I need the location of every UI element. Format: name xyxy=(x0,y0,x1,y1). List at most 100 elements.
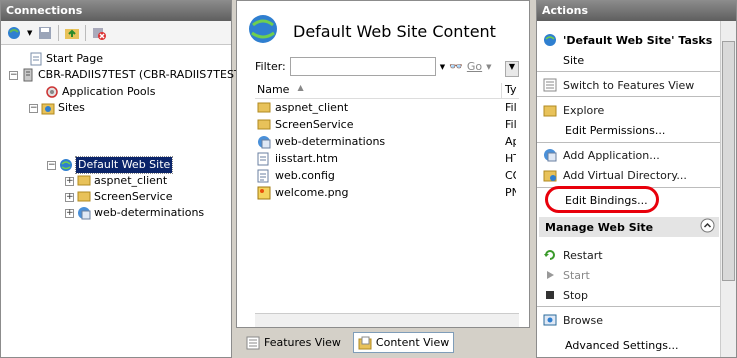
file-list-header: Name ▲ Ty xyxy=(255,83,519,99)
globe-icon xyxy=(59,158,73,172)
tree-item-default-web-site-row[interactable]: − Default Web Site xyxy=(47,156,174,174)
disconnect-icon[interactable] xyxy=(90,24,108,42)
add-virtual-directory-icon xyxy=(543,168,557,182)
horizontal-scrollbar[interactable] xyxy=(255,313,519,327)
add-application-icon xyxy=(543,148,557,162)
start-page-icon xyxy=(29,52,43,66)
expand-toggle[interactable]: + xyxy=(65,192,74,202)
switch-to-features-view-link[interactable]: Switch to Features View xyxy=(543,76,694,94)
play-icon xyxy=(543,268,557,282)
browse-icon xyxy=(543,313,557,327)
collapse-toggle[interactable]: − xyxy=(29,103,38,113)
explore-link[interactable]: Explore xyxy=(543,101,604,119)
tree-label: Sites xyxy=(58,101,85,114)
column-name[interactable]: Name ▲ xyxy=(255,83,502,98)
column-type[interactable]: Ty xyxy=(502,83,517,98)
tree-item-web-determinations[interactable]: + web-determinations xyxy=(65,205,204,221)
actions-scrollbar[interactable] xyxy=(720,21,736,357)
content-box: Default Web Site Content Filter: ▼ 👓 Go … xyxy=(236,0,530,328)
tree-item-start-page[interactable]: Start Page xyxy=(29,51,103,67)
chevron-down-icon[interactable]: ▼ xyxy=(486,63,491,71)
divider xyxy=(537,142,720,143)
collapse-toggle[interactable]: − xyxy=(9,70,18,80)
content-view-icon xyxy=(358,336,372,350)
server-icon xyxy=(21,68,35,82)
file-row-screenservice[interactable]: ScreenService Fil xyxy=(255,116,519,133)
collapse-section-icon[interactable] xyxy=(700,218,715,236)
folder-icon xyxy=(257,118,271,132)
scroll-down-button[interactable]: ▼ xyxy=(505,61,519,77)
add-application-link[interactable]: Add Application... xyxy=(543,146,660,164)
expand-toggle[interactable]: + xyxy=(65,176,74,186)
expand-toggle[interactable]: + xyxy=(65,208,74,218)
folder-icon xyxy=(77,190,91,204)
features-view-icon xyxy=(246,336,260,350)
collapse-toggle[interactable]: − xyxy=(47,160,56,170)
add-virtual-directory-link[interactable]: Add Virtual Directory... xyxy=(543,166,687,184)
filter-label: Filter: xyxy=(255,60,286,73)
advanced-settings-link[interactable]: Advanced Settings... xyxy=(565,336,678,354)
filter-input[interactable] xyxy=(289,57,436,76)
html-file-icon xyxy=(257,152,271,166)
tree-item-screenservice[interactable]: + ScreenService xyxy=(65,189,172,205)
folder-icon xyxy=(257,101,271,115)
go-button[interactable]: Go xyxy=(467,60,482,73)
view-tabs: Features View Content View xyxy=(242,332,455,353)
features-view-icon xyxy=(543,78,557,92)
binoculars-icon: 👓 xyxy=(449,60,463,73)
start-link[interactable]: Start xyxy=(543,266,590,284)
restart-icon xyxy=(543,248,557,262)
connect-globe-icon[interactable] xyxy=(5,24,23,42)
connections-toolbar: ▼ xyxy=(1,21,231,45)
up-folder-icon[interactable] xyxy=(63,24,81,42)
toolbar-divider xyxy=(85,24,87,41)
chevron-down-icon[interactable]: ▼ xyxy=(440,63,445,71)
site-label: Site xyxy=(563,53,585,67)
highlight-annotation xyxy=(545,186,659,213)
tree-item-application-pools[interactable]: Application Pools xyxy=(45,84,155,100)
actions-title: Actions xyxy=(537,1,736,21)
config-file-icon xyxy=(257,169,271,183)
folder-icon xyxy=(77,174,91,188)
divider xyxy=(537,96,720,97)
tab-features-view[interactable]: Features View xyxy=(242,332,345,353)
sites-folder-icon xyxy=(41,101,55,115)
divider xyxy=(537,71,720,72)
page-title: Default Web Site Content xyxy=(293,21,496,41)
file-row-aspnet-client[interactable]: aspnet_client Fil xyxy=(255,99,519,116)
browse-link[interactable]: Browse xyxy=(543,311,603,329)
save-icon[interactable] xyxy=(36,24,54,42)
file-row-iisstart[interactable]: iisstart.htm HT xyxy=(255,150,519,167)
divider xyxy=(537,306,720,307)
tab-content-view[interactable]: Content View xyxy=(352,332,455,353)
tree-item-server[interactable]: − CBR-RADIIS7TEST (CBR-RADIIS7TEST xyxy=(9,67,241,83)
tree-label: CBR-RADIIS7TEST (CBR-RADIIS7TEST xyxy=(38,68,241,81)
file-row-web-config[interactable]: web.config CO xyxy=(255,167,519,184)
tree-item-aspnet-client[interactable]: + aspnet_client xyxy=(65,173,167,189)
actions-panel: Actions 'Default Web Site' Tasks Site Sw… xyxy=(536,0,737,358)
sort-ascending-icon: ▲ xyxy=(297,83,304,92)
connections-title: Connections xyxy=(1,1,231,21)
globe-large-icon xyxy=(247,13,279,49)
tasks-header: 'Default Web Site' Tasks xyxy=(543,31,712,49)
connections-tree: Start Page − CBR-RADIIS7TEST (CBR-RADIIS… xyxy=(1,45,241,357)
restart-link[interactable]: Restart xyxy=(543,246,603,264)
manage-web-site-header[interactable]: Manage Web Site xyxy=(539,217,719,237)
stop-icon xyxy=(543,288,557,302)
explore-folder-icon xyxy=(543,103,557,117)
tree-label: ScreenService xyxy=(94,190,173,203)
chevron-down-icon[interactable]: ▼ xyxy=(27,29,32,37)
file-row-welcome-png[interactable]: welcome.png PN xyxy=(255,184,519,201)
content-pane: Default Web Site Content Filter: ▼ 👓 Go … xyxy=(236,0,530,358)
tree-label: Start Page xyxy=(46,52,103,65)
filter-bar: Filter: ▼ 👓 Go ▼ xyxy=(255,57,492,76)
stop-link[interactable]: Stop xyxy=(543,286,588,304)
tree-label: Application Pools xyxy=(62,85,156,98)
edit-permissions-link[interactable]: Edit Permissions... xyxy=(565,121,665,139)
toolbar-divider xyxy=(58,24,60,41)
content-header: Default Web Site Content xyxy=(247,13,496,49)
tree-item-sites[interactable]: − Sites xyxy=(29,100,85,116)
file-row-web-determinations[interactable]: web-determinations Ap xyxy=(255,133,519,150)
scroll-thumb[interactable] xyxy=(722,41,735,281)
tree-label-selected: Default Web Site xyxy=(74,156,174,174)
